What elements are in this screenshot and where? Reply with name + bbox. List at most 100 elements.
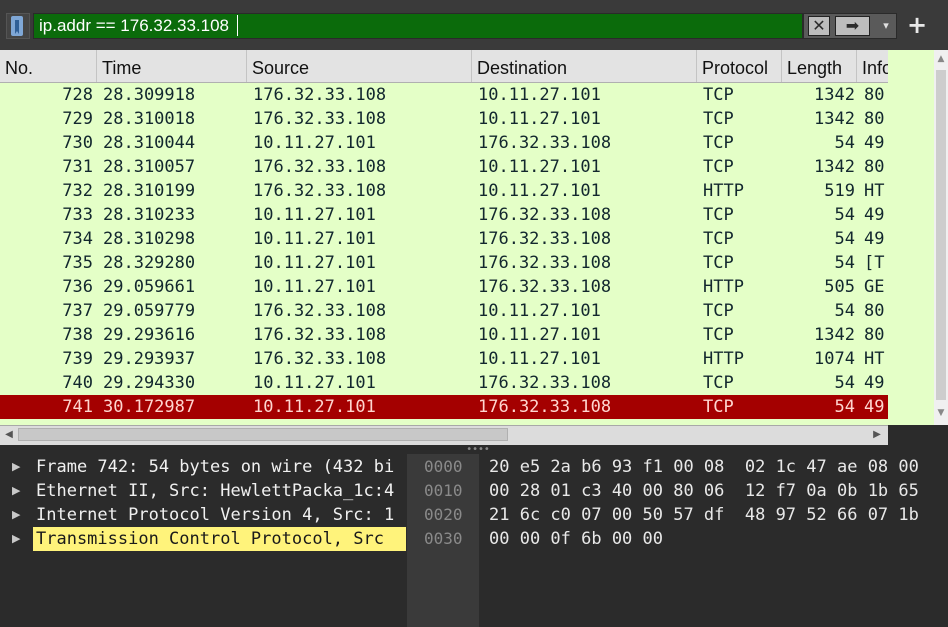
packet-cell-no: 730: [62, 133, 93, 153]
bytes-hex-line[interactable]: 20 e5 2a b6 93 f1 00 08 02 1c 47 ae 08 0…: [489, 455, 919, 479]
expand-arrow-icon[interactable]: ▶: [12, 455, 24, 479]
packet-cell-info: GE: [864, 277, 885, 297]
packet-cell-dst: 10.11.27.101: [478, 325, 601, 345]
packet-row[interactable]: 737 29.059779 176.32.33.108 10.11.27.101 TCP…: [0, 299, 888, 323]
packet-cell-info: 80: [864, 325, 885, 345]
packet-cell-proto: HTTP: [703, 349, 744, 369]
packet-cell-src: 10.11.27.101: [253, 277, 376, 297]
packet-cell-time: 28.310233: [103, 205, 196, 225]
packet-cell-proto: TCP: [703, 133, 734, 153]
pane-splitter-handle[interactable]: ••••: [466, 445, 490, 455]
bytes-offset: 0010: [424, 481, 463, 500]
packet-row[interactable]: 740 29.294330 10.11.27.101 176.32.33.108 TCP…: [0, 371, 888, 395]
packet-cell-time: 28.309918: [103, 85, 196, 105]
packet-cell-time: 28.310199: [103, 181, 196, 201]
packet-cell-dst: 176.32.33.108: [478, 205, 612, 225]
details-tree-item[interactable]: ▶ Transmission Control Protocol, Src: [0, 527, 407, 551]
packet-row[interactable]: 728 28.309918 176.32.33.108 10.11.27.101 TCP…: [0, 83, 888, 107]
apply-filter-button[interactable]: ➡: [835, 16, 870, 36]
clear-filter-button[interactable]: ✕: [808, 16, 830, 36]
packet-cell-proto: TCP: [703, 373, 734, 393]
column-header-source[interactable]: Source: [247, 50, 472, 82]
scroll-down-icon[interactable]: ▼: [934, 406, 948, 420]
bytes-hex-line[interactable]: 21 6c c0 07 00 50 57 df 48 97 52 66 07 1…: [489, 503, 919, 527]
packet-cell-no: 732: [62, 181, 93, 201]
expand-arrow-icon[interactable]: ▶: [12, 503, 24, 527]
column-header-no[interactable]: No.: [0, 50, 97, 82]
details-tree-item[interactable]: ▶ Internet Protocol Version 4, Src: 1: [0, 503, 407, 527]
packet-row[interactable]: 734 28.310298 10.11.27.101 176.32.33.108 TCP…: [0, 227, 888, 251]
packet-cell-len: 1342: [814, 325, 855, 345]
packet-cell-dst: 10.11.27.101: [478, 85, 601, 105]
column-header-time[interactable]: Time: [97, 50, 247, 82]
bytes-hex-line[interactable]: 00 00 0f 6b 00 00: [489, 527, 663, 551]
recent-filters-dropdown[interactable]: ▾: [876, 16, 896, 36]
vertical-scroll-thumb[interactable]: [936, 70, 946, 400]
column-header-destination[interactable]: Destination: [472, 50, 697, 82]
packet-cell-proto: TCP: [703, 325, 734, 345]
close-icon: ✕: [812, 16, 826, 35]
packet-row[interactable]: 729 28.310018 176.32.33.108 10.11.27.101 TCP…: [0, 107, 888, 131]
packet-cell-info: 80: [864, 301, 885, 321]
bytes-offset: 0000: [424, 457, 463, 476]
packet-row[interactable]: 733 28.310233 10.11.27.101 176.32.33.108 TCP…: [0, 203, 888, 227]
display-filter-input[interactable]: [39, 16, 739, 36]
packet-cell-time: 29.294330: [103, 373, 196, 393]
details-tree-label: Internet Protocol Version 4, Src: 1: [36, 505, 395, 525]
packet-list: 728 28.309918 176.32.33.108 10.11.27.101 TCP…: [0, 83, 934, 425]
packet-cell-proto: TCP: [703, 109, 734, 129]
packet-cell-dst: 176.32.33.108: [478, 277, 612, 297]
filter-bookmark-button[interactable]: [6, 13, 30, 39]
details-tree-label: Ethernet II, Src: HewlettPacka_1c:4: [36, 481, 395, 501]
packet-cell-len: 54: [834, 397, 855, 417]
column-header-length[interactable]: Length: [782, 50, 857, 82]
expand-arrow-icon[interactable]: ▶: [12, 479, 24, 503]
packet-row[interactable]: 732 28.310199 176.32.33.108 10.11.27.101 HTT…: [0, 179, 888, 203]
scroll-left-icon[interactable]: ◀: [2, 428, 16, 442]
packet-row[interactable]: 738 29.293616 176.32.33.108 10.11.27.101 TCP…: [0, 323, 888, 347]
bytes-hex-line[interactable]: 00 28 01 c3 40 00 80 06 12 f7 0a 0b 1b 6…: [489, 479, 919, 503]
packet-row[interactable]: 739 29.293937 176.32.33.108 10.11.27.101 HTT…: [0, 347, 888, 371]
scroll-right-icon[interactable]: ▶: [870, 428, 884, 442]
display-filter-field[interactable]: [33, 13, 803, 39]
expand-arrow-icon[interactable]: ▶: [12, 527, 24, 551]
packet-cell-src: 10.11.27.101: [253, 397, 376, 417]
packet-cell-dst: 10.11.27.101: [478, 109, 601, 129]
add-filter-button[interactable]: +: [903, 12, 931, 40]
packet-cell-dst: 10.11.27.101: [478, 181, 601, 201]
packet-cell-no: 741: [62, 397, 93, 417]
packet-cell-len: 505: [824, 277, 855, 297]
details-tree-label: Transmission Control Protocol, Src: [33, 527, 406, 551]
packet-row-selected[interactable]: 741 30.172987 10.11.27.101 176.32.33.108 TCP…: [0, 395, 888, 419]
packet-cell-time: 29.293616: [103, 325, 196, 345]
column-header-info[interactable]: Info: [857, 50, 888, 82]
packet-cell-len: 54: [834, 205, 855, 225]
packet-cell-proto: TCP: [703, 205, 734, 225]
packet-cell-src: 10.11.27.101: [253, 205, 376, 225]
details-tree-item[interactable]: ▶ Ethernet II, Src: HewlettPacka_1c:4: [0, 479, 407, 503]
details-tree-item[interactable]: ▶ Frame 742: 54 bytes on wire (432 bi: [0, 455, 407, 479]
horizontal-scroll-thumb[interactable]: [18, 428, 508, 441]
packet-cell-time: 28.329280: [103, 253, 196, 273]
packet-cell-dst: 176.32.33.108: [478, 397, 612, 417]
packet-cell-src: 10.11.27.101: [253, 133, 376, 153]
column-header-protocol[interactable]: Protocol: [697, 50, 782, 82]
packet-cell-len: 54: [834, 253, 855, 273]
packet-row[interactable]: 730 28.310044 10.11.27.101 176.32.33.108 TCP…: [0, 131, 888, 155]
packet-row[interactable]: 736 29.059661 10.11.27.101 176.32.33.108 HTT…: [0, 275, 888, 299]
packet-cell-len: 1342: [814, 109, 855, 129]
packet-cell-dst: 10.11.27.101: [478, 301, 601, 321]
packet-row[interactable]: 731 28.310057 176.32.33.108 10.11.27.101 TCP…: [0, 155, 888, 179]
plus-icon: +: [906, 11, 928, 39]
packet-cell-proto: HTTP: [703, 277, 744, 297]
packet-details-pane: ▶ Frame 742: 54 bytes on wire (432 bi ▶ Eth…: [0, 454, 407, 627]
packet-row[interactable]: 735 28.329280 10.11.27.101 176.32.33.108 TCP…: [0, 251, 888, 275]
packet-cell-no: 738: [62, 325, 93, 345]
bytes-offset: 0020: [424, 505, 463, 524]
packet-cell-time: 28.310018: [103, 109, 196, 129]
scroll-up-icon[interactable]: ▲: [934, 52, 948, 66]
packet-cell-no: 729: [62, 109, 93, 129]
packet-cell-info: 49: [864, 397, 885, 417]
packet-cell-dst: 176.32.33.108: [478, 229, 612, 249]
packet-cell-src: 10.11.27.101: [253, 373, 376, 393]
